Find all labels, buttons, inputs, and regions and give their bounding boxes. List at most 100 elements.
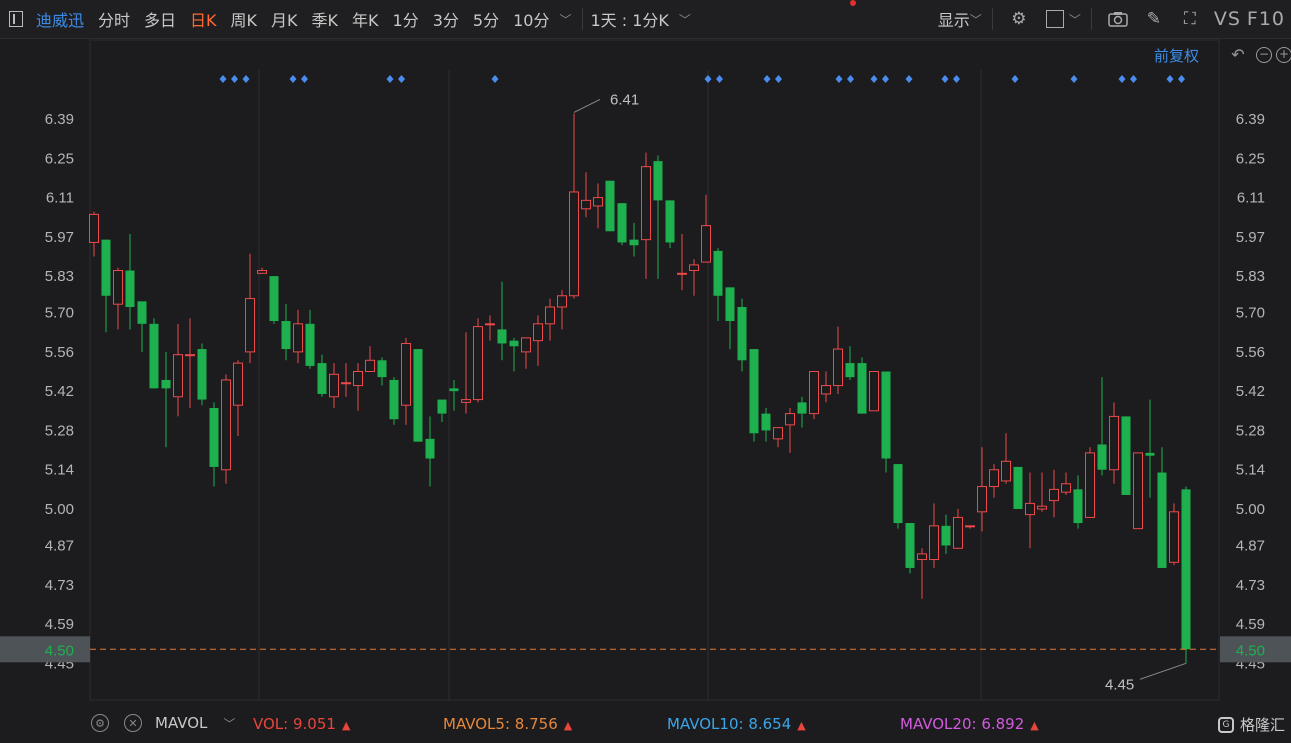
candle-body-up [341, 382, 351, 385]
up-triangle-icon: ▲ [797, 719, 806, 732]
indicator-chevron-icon[interactable]: ﹀ [223, 715, 235, 732]
vol-label: VOL: [253, 715, 289, 733]
zoom-in-icon[interactable]: + [1276, 47, 1291, 63]
candle-body-down [281, 321, 291, 350]
y-tick-label-left: 5.56 [45, 344, 74, 361]
candle-body-down [1073, 489, 1083, 524]
candle-body-down [941, 525, 951, 546]
y-tick-label-left: 4.73 [45, 577, 74, 594]
candle-body-up [821, 385, 831, 395]
candle-body-up [89, 213, 99, 243]
candle-body-down [125, 270, 135, 307]
zoom-out-icon[interactable]: − [1256, 47, 1272, 63]
up-triangle-icon: ▲ [563, 719, 573, 732]
candle-body-up [689, 264, 699, 272]
y-tick-label-right: 5.97 [1236, 229, 1265, 246]
candle-body-down [653, 161, 663, 201]
candle-body-up [545, 306, 555, 325]
candle-body-down [1145, 452, 1155, 456]
mavol5-label: MAVOL5: [443, 715, 511, 733]
candle-body-up [257, 270, 267, 274]
indicator-name[interactable]: MAVOL [155, 714, 207, 732]
current-price-label-right: 4.50 [1236, 642, 1265, 659]
event-marker-icon [1070, 75, 1078, 83]
event-marker-icon [763, 75, 771, 83]
candle-body-down [1121, 416, 1131, 495]
y-tick-label-left: 4.87 [45, 537, 74, 554]
undo-icon[interactable]: ↶ [1230, 47, 1246, 63]
candle-body-up [869, 371, 879, 412]
candle-body-up [989, 469, 999, 488]
event-marker-icon [289, 75, 297, 83]
y-tick-label-left: 5.14 [45, 462, 74, 479]
y-tick-label-left: 5.00 [45, 501, 74, 518]
candle-body-up [329, 373, 339, 398]
candle-body-up [1109, 415, 1119, 471]
mavol5-value: 8.756 [514, 715, 558, 733]
candle-body-down [725, 287, 735, 322]
candle-body-up [173, 354, 183, 398]
event-marker-icon [491, 75, 499, 83]
low-annotation: 4.45 [1105, 676, 1134, 693]
candle-body-down [377, 360, 387, 378]
candle-body-up [809, 371, 819, 415]
y-tick-label-left: 5.83 [45, 268, 74, 285]
candle-body-up [569, 191, 579, 297]
candle-body-up [461, 399, 471, 403]
event-marker-icon [870, 75, 878, 83]
event-marker-icon [1178, 75, 1185, 83]
candle-body-up [773, 427, 783, 440]
y-tick-label-right: 6.39 [1236, 111, 1265, 128]
event-marker-icon [905, 75, 913, 83]
candle-body-down [413, 349, 423, 442]
candle-body-down [761, 413, 771, 431]
candle-body-down [905, 523, 915, 568]
candle-body-up [401, 342, 411, 406]
y-tick-label-right: 4.59 [1236, 616, 1265, 633]
candle-body-up [677, 272, 687, 275]
candle-body-down [1181, 489, 1191, 650]
up-triangle-icon: ▲ [1030, 719, 1039, 732]
candlestick-chart[interactable]: 6.39 6.39 6.25 6.25 6.11 6.11 5.97 5.97 5.83 5.83… [0, 0, 1291, 743]
indicator-close-icon[interactable]: ✕ [124, 714, 142, 732]
candle-body-up [965, 525, 975, 528]
adjust-mode-button[interactable]: 前复权 [1154, 45, 1199, 66]
candle-body-down [509, 340, 519, 347]
event-marker-icon [953, 75, 960, 83]
event-marker-icon [1118, 75, 1126, 83]
candle-body-up [953, 516, 963, 549]
candle-body-down [665, 200, 675, 243]
candle-body-down [629, 239, 639, 246]
candle-body-down [449, 388, 459, 392]
mavol20-value: 6.892 [981, 715, 1025, 733]
event-marker-icon [386, 75, 394, 83]
mavol10-readout: MAVOL10: 8.654 ▲ [667, 715, 806, 733]
candle-body-up [185, 354, 195, 357]
candle-body-up [221, 379, 231, 471]
candle-body-up [233, 362, 243, 406]
candle-body-up [533, 323, 543, 342]
indicator-settings-icon[interactable]: ⚙ [91, 714, 109, 732]
y-tick-label-left: 5.97 [45, 229, 74, 246]
candle-body-down [881, 371, 891, 459]
event-marker-icon [398, 75, 405, 83]
candle-body-up [485, 323, 495, 326]
candle-body-up [1037, 505, 1047, 510]
y-tick-label-left: 6.25 [45, 150, 74, 167]
y-tick-label-right: 5.14 [1236, 462, 1265, 479]
candle-body-down [1097, 444, 1107, 470]
candle-body-up [1085, 452, 1095, 518]
candle-body-down [737, 306, 747, 361]
candle-body-down [305, 323, 315, 366]
candle-body-down [149, 323, 159, 389]
event-marker-icon [242, 75, 250, 83]
candle-body-up [929, 525, 939, 561]
vol-readout: VOL: 9.051 ▲ [253, 715, 350, 733]
y-tick-label-right: 5.00 [1236, 501, 1265, 518]
candle-body-down [317, 363, 327, 394]
high-leader-line [573, 98, 601, 113]
mavol20-label: MAVOL20: [900, 715, 977, 733]
candle-body-down [713, 250, 723, 296]
y-tick-label-right: 5.56 [1236, 344, 1265, 361]
candle-body-up [473, 326, 483, 401]
